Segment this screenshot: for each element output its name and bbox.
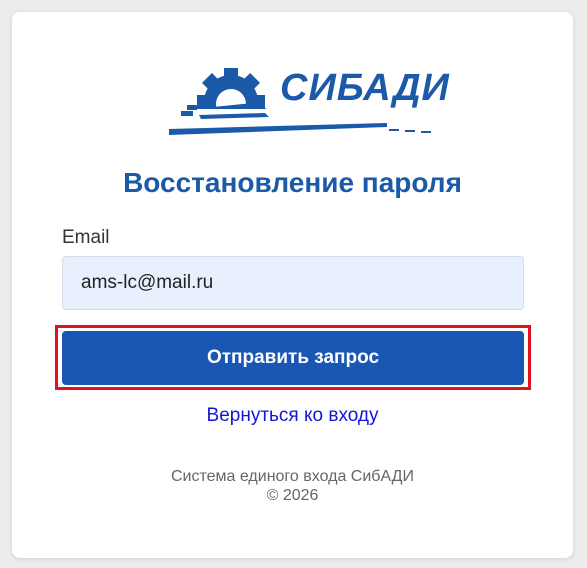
email-label: Email <box>62 227 110 248</box>
footer-copyright: © 2026 <box>266 487 319 504</box>
page-title: Восстановление пароля <box>123 167 462 198</box>
footer-system-name: Система единого входа СибАДИ <box>170 468 414 485</box>
login-card: СИБАДИ Восстановление пароля Email Отпра… <box>12 12 573 558</box>
logo-text: СИБАДИ <box>280 67 450 109</box>
footer: Система единого входа СибАДИ © 2026 <box>12 467 573 505</box>
submit-button[interactable]: Отправить запрос <box>62 331 524 385</box>
logo: СИБАДИ <box>157 57 449 137</box>
back-to-login-link[interactable]: Вернуться ко входу <box>12 405 573 427</box>
email-field[interactable] <box>62 256 524 310</box>
